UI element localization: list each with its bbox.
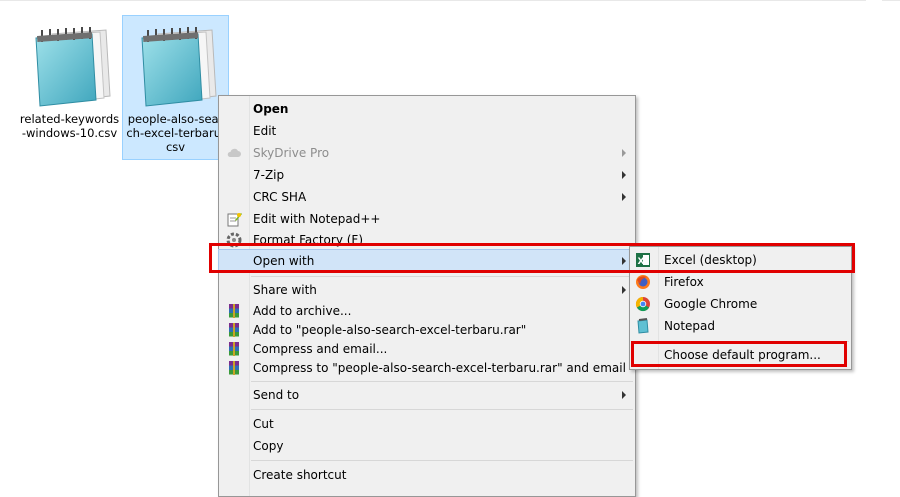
submenu-arrow-icon — [622, 193, 626, 201]
winrar-icon — [229, 304, 239, 318]
menu-item-label: 7-Zip — [253, 168, 285, 182]
firefox-icon — [636, 275, 650, 289]
submenu-item-chrome[interactable]: Google Chrome — [630, 293, 851, 315]
menu-item-label: Share with — [253, 283, 317, 297]
menu-separator — [251, 460, 633, 461]
menu-item-label: Edit — [253, 124, 277, 138]
submenu-item-label: Notepad — [664, 319, 715, 333]
submenu-arrow-icon — [622, 286, 626, 294]
menu-item-label: Create shortcut — [253, 468, 347, 482]
menu-separator — [251, 381, 633, 382]
menu-item-label: Edit with Notepad++ — [253, 212, 381, 226]
notepad-file-icon — [34, 27, 111, 107]
menu-separator — [251, 276, 633, 277]
menu-item-label: Compress to "people-also-search-excel-te… — [253, 361, 626, 375]
menu-item-label: Add to archive... — [253, 304, 352, 318]
menu-item-cut[interactable]: Cut — [219, 413, 635, 435]
file-item[interactable]: related-keywords -windows-10.csv — [17, 16, 122, 140]
menu-item-edit[interactable]: Edit — [219, 120, 635, 142]
cloud-icon — [227, 148, 241, 157]
menu-item-label: Open — [253, 102, 289, 116]
menu-item-share-with[interactable]: Share with — [219, 279, 635, 301]
window-top-border — [0, 0, 866, 1]
submenu-arrow-icon — [622, 149, 626, 157]
menu-item-skydrive-pro[interactable]: SkyDrive Pro — [219, 142, 635, 164]
menu-item-compress-rar-email[interactable]: Compress to "people-also-search-excel-te… — [219, 357, 635, 379]
annotation-box-choose-default — [631, 341, 847, 367]
file-item-selected[interactable]: people-also-sear ch-excel-terbaru. csv — [122, 15, 229, 160]
menu-item-label: Compress and email... — [253, 342, 388, 356]
submenu-item-label: Google Chrome — [664, 297, 758, 311]
chrome-icon — [635, 296, 650, 312]
menu-item-copy[interactable]: Copy — [219, 435, 635, 457]
menu-item-send-to[interactable]: Send to — [219, 384, 635, 406]
menu-item-crc-sha[interactable]: CRC SHA — [219, 186, 635, 208]
winrar-icon — [229, 342, 239, 356]
menu-item-label: CRC SHA — [253, 190, 307, 204]
submenu-item-label: Firefox — [664, 275, 704, 289]
submenu-arrow-icon — [622, 171, 626, 179]
submenu-arrow-icon — [622, 391, 626, 399]
menu-item-notepadpp[interactable]: Edit with Notepad++ — [219, 208, 635, 230]
menu-item-label: SkyDrive Pro — [253, 146, 330, 160]
menu-item-label: Copy — [253, 439, 284, 453]
menu-item-label: Send to — [253, 388, 300, 402]
menu-item-7zip[interactable]: 7-Zip — [219, 164, 635, 186]
context-menu: Open Edit SkyDrive Pro 7-Zip CRC SHA Edi… — [218, 95, 636, 497]
winrar-icon — [229, 323, 239, 337]
annotation-box-open-with — [209, 243, 855, 273]
notepad-icon — [637, 318, 649, 334]
winrar-icon — [229, 361, 239, 375]
menu-separator — [251, 409, 633, 410]
notepadplusplus-icon — [227, 213, 242, 227]
file-name: people-also-sear ch-excel-terbaru. csv — [126, 112, 225, 154]
submenu-item-firefox[interactable]: Firefox — [630, 271, 851, 293]
menu-item-open[interactable]: Open — [219, 98, 635, 120]
submenu-item-notepad[interactable]: Notepad — [630, 315, 851, 337]
menu-item-label: Cut — [253, 417, 274, 431]
window-top-border-right — [882, 0, 900, 1]
file-name: related-keywords -windows-10.csv — [19, 112, 120, 140]
menu-item-label: Add to "people-also-search-excel-terbaru… — [253, 323, 527, 337]
notepad-file-icon — [140, 27, 217, 107]
